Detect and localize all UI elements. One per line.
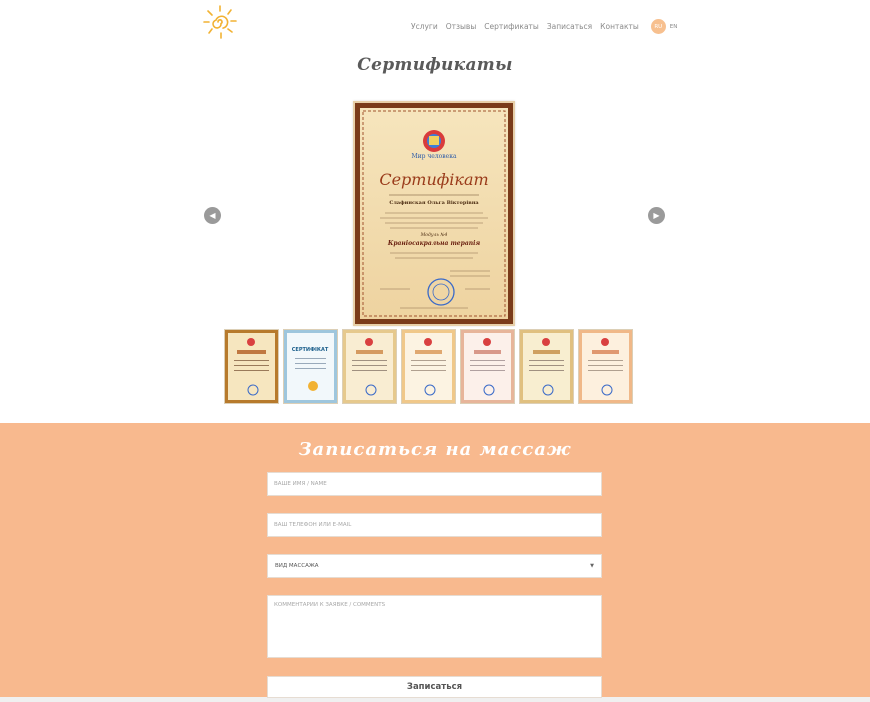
cert-heading: Сертифікат <box>379 170 488 189</box>
comment-textarea[interactable] <box>267 595 602 658</box>
contact-input[interactable] <box>267 513 602 537</box>
booking-section: Записаться на массаж ВИД МАССАЖА ▼ Запис… <box>0 423 870 702</box>
thumbnail-7[interactable] <box>578 329 633 404</box>
nav-reviews[interactable]: Отзывы <box>446 22 477 31</box>
cert-name: Слафинская Ольга Вікторівна <box>389 199 479 206</box>
certificates-title: Сертификаты <box>357 55 513 75</box>
nav-certificates[interactable]: Сертификаты <box>484 22 539 31</box>
dropdown-arrow-icon: ▼ <box>590 563 594 569</box>
lang-en-button[interactable]: EN <box>670 24 678 30</box>
thumbnail-6[interactable] <box>519 329 574 404</box>
submit-button[interactable]: Записаться <box>267 676 602 698</box>
thumbnail-2[interactable]: СЕРТИФІКАТ <box>283 329 338 404</box>
language-switcher: RU EN <box>650 19 678 34</box>
slider-prev-button[interactable]: ◀ <box>204 207 221 224</box>
thumbnail-5[interactable] <box>460 329 515 404</box>
thumbnail-1[interactable] <box>224 329 279 404</box>
massage-type-select[interactable]: ВИД МАССАЖА ▼ <box>267 554 602 578</box>
nav-services[interactable]: Услуги <box>411 22 438 31</box>
nav-booking[interactable]: Записаться <box>547 22 592 31</box>
main-certificate-image: Мир человека Сертифікат Слафинская Ольга… <box>353 101 515 326</box>
thumbnail-3[interactable] <box>342 329 397 404</box>
cert-course: Краніосакральна терапія <box>387 240 480 247</box>
name-input[interactable] <box>267 472 602 496</box>
chevron-right-icon: ▶ <box>653 211 660 220</box>
certificate-thumbnails: СЕРТИФІКАТ <box>224 329 637 404</box>
slider-next-button[interactable]: ▶ <box>648 207 665 224</box>
massage-type-value: ВИД МАССАЖА <box>275 563 319 569</box>
chevron-left-icon: ◀ <box>209 211 216 220</box>
cert-logo-text: Мир человека <box>411 153 457 160</box>
main-nav: Услуги Отзывы Сертификаты Записаться Кон… <box>411 19 677 34</box>
thumbnail-2-heading: СЕРТИФІКАТ <box>292 347 329 353</box>
nav-contacts[interactable]: Контакты <box>600 22 639 31</box>
cert-module: Модуль №4 <box>420 232 448 238</box>
booking-title: Записаться на массаж <box>298 439 572 460</box>
sun-logo-icon[interactable] <box>200 3 240 41</box>
site-header: Услуги Отзывы Сертификаты Записаться Кон… <box>0 0 870 46</box>
thumbnail-4[interactable] <box>401 329 456 404</box>
lang-ru-button[interactable]: RU <box>650 19 666 34</box>
